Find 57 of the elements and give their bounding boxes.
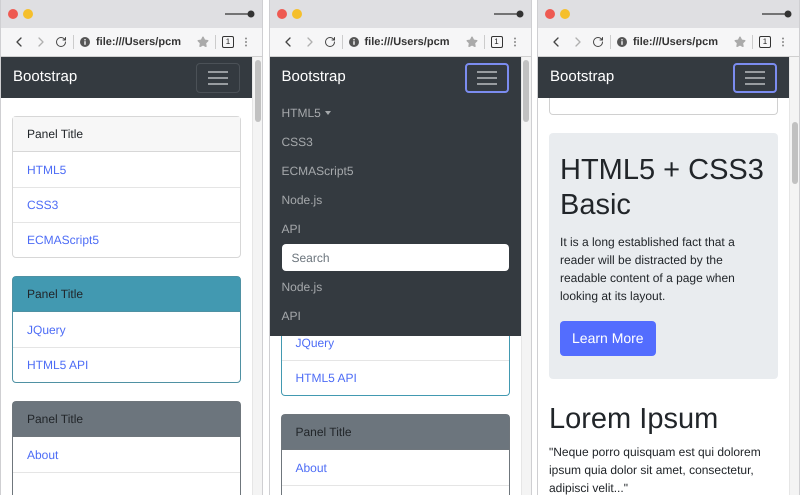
reload-icon[interactable] [55, 36, 67, 48]
panel-header: Panel Title [13, 277, 240, 312]
navbar-brand[interactable]: Bootstrap [550, 66, 614, 89]
section-heading: Lorem Ipsum [549, 402, 720, 437]
reload-icon[interactable] [324, 36, 336, 48]
reload-icon[interactable] [592, 36, 604, 48]
info-icon [348, 37, 358, 47]
menu-button[interactable] [733, 62, 777, 92]
pin-icon [225, 10, 255, 18]
url-text[interactable]: file:///Users/pcm [96, 34, 181, 50]
panel-link[interactable]: JQuery [296, 334, 334, 352]
tab-count[interactable]: 1 [222, 36, 234, 48]
panel-header: Panel Title [13, 117, 240, 152]
nav-link[interactable]: API [282, 214, 508, 243]
nav-link[interactable]: ECMAScript5 [282, 156, 508, 185]
panel-link[interactable]: HTML5 API [296, 369, 357, 387]
menu-button[interactable] [464, 62, 508, 92]
jumbotron-heading: HTML5 + CSS3 Basic [560, 153, 765, 223]
pin-icon [494, 10, 524, 18]
panel-link[interactable]: ECMAScript5 [27, 231, 100, 249]
scrollbar[interactable] [789, 57, 799, 495]
menu-icon [745, 70, 765, 84]
jumbotron-text: It is a long established fact that a reader will be distracted by the readable content of a page when looking at its layout. [560, 234, 736, 305]
panel-link[interactable]: About [27, 446, 58, 464]
star-icon[interactable] [734, 36, 746, 48]
panel-link[interactable]: HTML5 [27, 160, 66, 178]
nav-link[interactable]: API [282, 301, 508, 330]
panel-link[interactable]: HTML5 API [27, 356, 88, 374]
panel-link[interactable]: CSS3 [27, 196, 58, 214]
menu-icon [208, 70, 228, 84]
navbar-brand[interactable]: Bootstrap [13, 66, 78, 89]
info-icon [617, 37, 627, 47]
panel-header: Panel Title [13, 402, 240, 437]
panel-link[interactable]: JQuery [27, 320, 66, 338]
panel-header: Panel Title [282, 415, 508, 450]
navbar-brand[interactable]: Bootstrap [282, 66, 346, 89]
tab-count[interactable]: 1 [759, 36, 771, 48]
scrollbar[interactable] [520, 57, 530, 495]
search-field[interactable]: Search [282, 244, 508, 271]
panel-link[interactable]: About [296, 458, 327, 476]
tab-count[interactable]: 1 [490, 36, 502, 48]
star-icon[interactable] [197, 36, 209, 48]
star-icon[interactable] [466, 36, 478, 48]
section-text: "Neque porro quisquam est qui dolorem ipsum quia dolor sit amet, consectetur, adipisci velit..." [549, 444, 762, 495]
menu-icon [476, 70, 496, 84]
info-icon [80, 37, 90, 47]
nav-dropdown[interactable]: HTML5 [282, 98, 508, 127]
learn-more-button[interactable]: Learn More [560, 321, 656, 356]
caret-icon [324, 110, 331, 114]
url-text[interactable]: file:///Users/pcm [633, 34, 718, 50]
nav-link[interactable]: CSS3 [282, 127, 508, 156]
menu-button[interactable] [196, 62, 240, 92]
nav-link[interactable]: Node.js [282, 185, 508, 214]
nav-link[interactable]: Node.js [282, 272, 508, 301]
pin-icon [762, 10, 792, 18]
url-text[interactable]: file:///Users/pcm [364, 34, 450, 50]
scrollbar[interactable] [252, 57, 262, 495]
